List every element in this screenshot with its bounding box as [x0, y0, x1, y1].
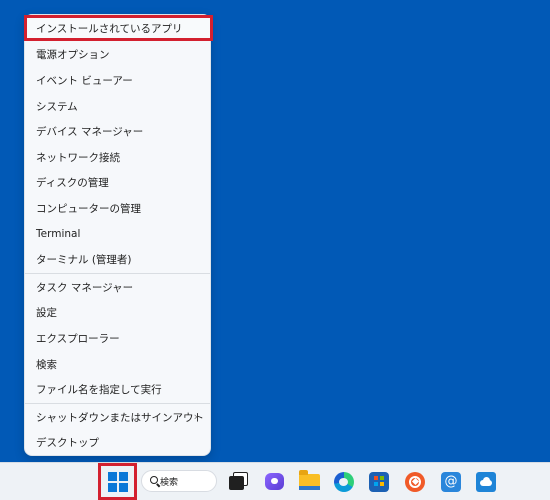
menu-item-label: デバイス マネージャー — [36, 125, 144, 138]
teams-chat-icon[interactable] — [265, 473, 284, 490]
menu-item-terminal[interactable]: Terminal — [25, 222, 210, 246]
menu-item-system[interactable]: システム — [25, 94, 210, 118]
menu-item-label: コンピューターの管理 — [36, 202, 141, 215]
search-icon — [150, 476, 158, 484]
menu-item-power-options[interactable]: 電源オプション — [25, 42, 210, 66]
menu-separator — [25, 273, 210, 274]
winx-menu: インストールされているアプリ 電源オプション イベント ビューアー システム デ… — [24, 14, 213, 456]
media-player-icon[interactable] — [405, 472, 425, 492]
taskbar-search-button[interactable]: 検索 — [141, 470, 217, 492]
menu-separator — [25, 403, 210, 404]
menu-item-search[interactable]: 検索 — [25, 352, 210, 376]
menu-item-event-viewer[interactable]: イベント ビューアー — [25, 68, 210, 92]
menu-item-settings[interactable]: 設定 — [25, 300, 210, 324]
cloud-app-icon[interactable] — [476, 472, 496, 492]
menu-item-label: ターミナル (管理者) — [36, 253, 132, 266]
menu-item-label: イベント ビューアー — [36, 74, 133, 87]
task-view-icon[interactable] — [229, 476, 244, 490]
mail-icon[interactable]: @ — [441, 472, 461, 492]
menu-item-shutdown-signout[interactable]: シャットダウンまたはサインアウト › — [25, 405, 210, 429]
microsoft-store-icon[interactable] — [369, 472, 389, 492]
menu-item-installed-apps[interactable]: インストールされているアプリ — [24, 15, 213, 41]
menu-item-label: 設定 — [36, 306, 57, 319]
menu-item-label: ネットワーク接続 — [36, 151, 120, 164]
taskbar-search-label: 検索 — [160, 477, 179, 488]
chevron-right-icon: › — [193, 410, 198, 423]
menu-item-disk-management[interactable]: ディスクの管理 — [25, 170, 210, 194]
menu-item-label: シャットダウンまたはサインアウト — [36, 411, 204, 424]
menu-item-label: エクスプローラー — [36, 332, 120, 345]
menu-item-computer-management[interactable]: コンピューターの管理 — [25, 196, 210, 220]
menu-item-label: システム — [36, 100, 78, 113]
menu-item-task-manager[interactable]: タスク マネージャー — [25, 275, 210, 299]
edge-browser-icon[interactable] — [334, 472, 354, 492]
menu-item-label: 検索 — [36, 358, 57, 371]
menu-item-label: 電源オプション — [36, 48, 110, 61]
file-explorer-icon[interactable] — [299, 470, 320, 490]
menu-item-explorer[interactable]: エクスプローラー — [25, 326, 210, 350]
desktop: インストールされているアプリ 電源オプション イベント ビューアー システム デ… — [0, 0, 550, 500]
menu-item-label: デスクトップ — [36, 436, 99, 449]
menu-item-device-manager[interactable]: デバイス マネージャー — [25, 119, 210, 143]
menu-item-terminal-admin[interactable]: ターミナル (管理者) — [25, 247, 210, 271]
menu-item-label: インストールされているアプリ — [36, 22, 183, 35]
menu-item-label: ファイル名を指定して実行 — [36, 383, 162, 396]
menu-item-label: タスク マネージャー — [36, 281, 134, 294]
taskbar: 検索 @ — [0, 462, 550, 500]
menu-item-network-connections[interactable]: ネットワーク接続 — [25, 145, 210, 169]
menu-item-run[interactable]: ファイル名を指定して実行 — [25, 377, 210, 401]
menu-item-desktop[interactable]: デスクトップ — [25, 430, 210, 454]
menu-item-label: ディスクの管理 — [36, 176, 109, 189]
menu-item-label: Terminal — [36, 228, 81, 240]
windows-start-icon[interactable] — [108, 472, 128, 492]
